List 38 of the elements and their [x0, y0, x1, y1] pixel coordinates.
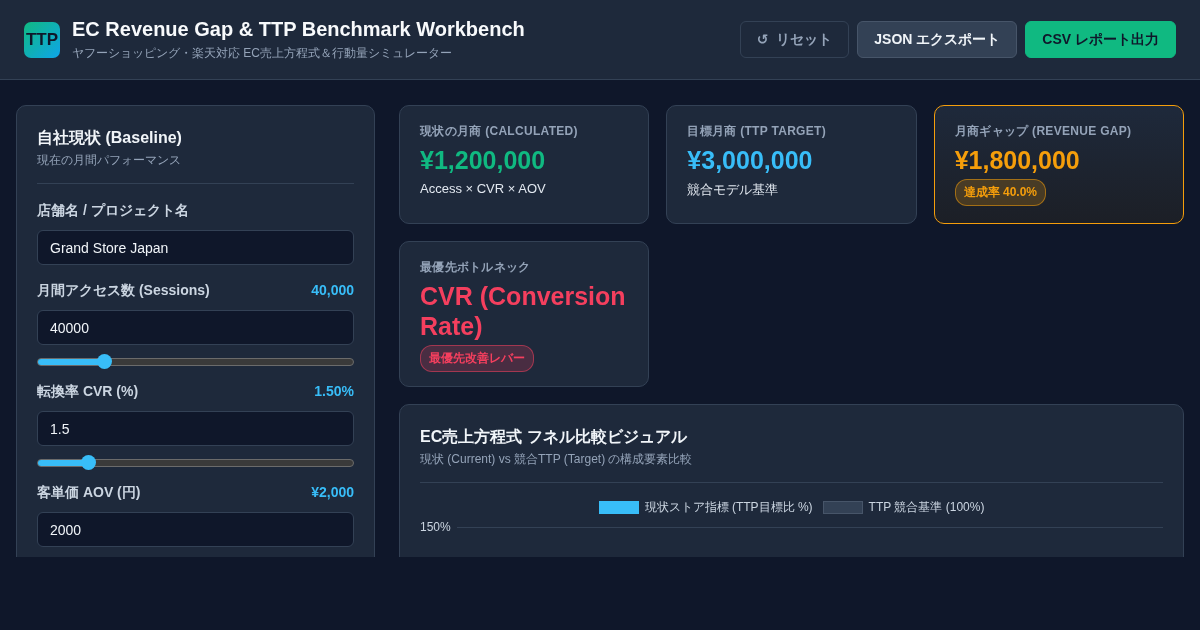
field-label: 客単価 AOV (円) [37, 484, 141, 502]
card-label: 現状の月商 (CALCULATED) [420, 123, 579, 140]
field-reading: 1.50% [314, 383, 354, 401]
input-field[interactable]: 2000 [37, 512, 354, 547]
field-label: 店舗名 / プロジェクト名 [37, 202, 189, 220]
app-subtitle: ヤフーショッピング・楽天対応 EC売上方程式＆行動量シミュレーター [72, 44, 453, 62]
card-label: 最優先ボトルネック [420, 259, 532, 276]
input-field[interactable]: Grand Store Japan [37, 230, 354, 265]
chart-title: EC売上方程式 フネル比較ビジュアル [420, 427, 688, 447]
card-value: ¥1,200,000 [420, 145, 547, 175]
legend-label: TTP 競合基準 (100%) [868, 499, 985, 516]
reset-button[interactable]: ↺ リセット [739, 21, 850, 58]
field-label: 月間アクセス数 (Sessions) [37, 282, 210, 300]
field-reading: ¥2,000 [311, 484, 354, 502]
card-note: Access × CVR × AOV [420, 181, 547, 196]
field-reading: 40,000 [311, 282, 354, 300]
card-value: CVR (Conversion Rate) [420, 281, 627, 341]
card-value: ¥3,000,000 [687, 145, 814, 175]
axis-tick-label: 150% [420, 520, 451, 534]
app-title: EC Revenue Gap & TTP Benchmark Workbench [72, 17, 526, 41]
export-button[interactable]: JSON エクスポート [857, 21, 1018, 58]
logo: TTP [24, 21, 60, 58]
status-badge: 最優先改善レバー [420, 345, 534, 372]
card-label: 月商ギャップ (REVENUE GAP) [954, 123, 1133, 140]
panel-subtitle: 現在の月間パフォーマンス [37, 152, 182, 169]
field-label: 転換率 CVR (%) [37, 383, 139, 401]
slider-thumb[interactable] [81, 455, 97, 470]
chart-subtitle: 現状 (Current) vs 競合TTP (Target) の構成要素比較 [420, 451, 694, 468]
card-note: 競合モデル基準 [687, 181, 780, 199]
card-label: 目標月商 (TTP TARGET) [687, 123, 827, 140]
report-button[interactable]: CSV レポート出力 [1025, 21, 1176, 58]
card-value: ¥1,800,000 [954, 145, 1081, 175]
status-badge: 達成率 40.0% [954, 179, 1046, 206]
legend-label: 現状ストア指標 (TTP目標比 %) [644, 499, 813, 516]
input-field[interactable]: 40000 [37, 310, 354, 345]
input-field[interactable]: 1.5 [37, 411, 354, 446]
panel-title: 自社現状 (Baseline) [37, 128, 183, 148]
slider-thumb[interactable] [97, 354, 113, 369]
